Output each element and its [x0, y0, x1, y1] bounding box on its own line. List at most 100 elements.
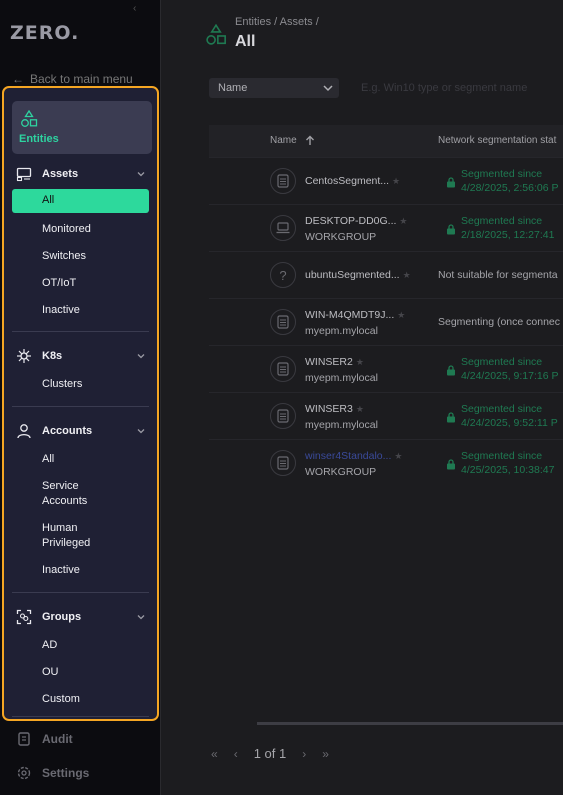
asset-domain: myepm.mylocal: [305, 419, 378, 431]
asset-domain: WORKGROUP: [305, 231, 377, 243]
filter-field-select[interactable]: Name: [209, 78, 339, 98]
segmentation-status: Segmented since 2/18/2025, 12:27:41: [461, 214, 554, 242]
divider: [12, 406, 149, 407]
back-to-main-menu-link[interactable]: ← Back to main menu: [12, 72, 133, 86]
chevron-down-icon: [137, 615, 145, 620]
last-page-icon[interactable]: »: [322, 747, 329, 761]
server-icon: [270, 309, 296, 335]
segmentation-status-label: Segmented since: [461, 356, 543, 368]
server-icon: [270, 403, 296, 429]
breadcrumb[interactable]: Entities / Assets /: [235, 16, 319, 28]
assets-item-switches[interactable]: Switches: [42, 249, 86, 264]
section-accounts-header[interactable]: Accounts: [16, 421, 146, 441]
assets-item-monitored[interactable]: Monitored: [42, 222, 91, 237]
accounts-item-all[interactable]: All: [42, 452, 54, 467]
segmentation-status: Not suitable for segmenta: [438, 269, 558, 281]
lock-icon: [447, 177, 455, 188]
asset-name[interactable]: ubuntuSegmented... ★: [305, 269, 411, 281]
star-icon[interactable]: ★: [392, 176, 400, 186]
segmentation-status-label: Segmented since: [461, 450, 543, 462]
asset-domain: myepm.mylocal: [305, 372, 378, 384]
asset-name[interactable]: WINSER3 ★: [305, 403, 364, 415]
server-icon: [270, 356, 296, 382]
star-icon[interactable]: ★: [394, 451, 402, 461]
gear-icon: [17, 766, 31, 780]
previous-page-icon[interactable]: ‹: [234, 747, 238, 761]
groups-item-ou[interactable]: OU: [42, 665, 59, 680]
accounts-item-human-privileged[interactable]: Human Privileged: [42, 521, 112, 551]
divider: [12, 716, 149, 717]
app-logo: ZERO.: [10, 22, 80, 44]
column-name-header[interactable]: Name: [270, 135, 315, 146]
entities-nav-card[interactable]: Entities: [12, 101, 152, 154]
star-icon[interactable]: ★: [397, 310, 405, 320]
page-title: All: [235, 33, 256, 50]
segmentation-status-date: 2/18/2025, 12:27:41: [461, 229, 555, 241]
asset-name-text: WINSER3: [305, 403, 353, 415]
column-segmentation-header[interactable]: Network segmentation stat: [438, 135, 556, 146]
asset-name[interactable]: CentosSegment... ★: [305, 175, 400, 187]
segmentation-status: Segmented since 4/25/2025, 10:38:47: [461, 449, 554, 477]
sort-arrow-up-icon: [305, 135, 314, 145]
segmentation-status-date: 4/24/2025, 9:52:11 P: [461, 417, 558, 429]
shapes-icon: [206, 24, 226, 45]
star-icon[interactable]: ★: [356, 404, 364, 414]
segmentation-status-label: Segmented since: [461, 403, 543, 415]
assets-icon: [16, 167, 32, 182]
nav-settings[interactable]: Settings: [16, 765, 89, 781]
table-row[interactable]: DESKTOP-DD0G... ★ WORKGROUP Segmented since…: [209, 204, 563, 251]
table-row[interactable]: winser4Standalo... ★ WORKGROUP Segmented si…: [209, 439, 563, 486]
page-indicator: 1 of 1: [253, 746, 287, 761]
audit-icon: [18, 732, 30, 746]
horizontal-scrollbar[interactable]: [257, 722, 563, 725]
asset-name[interactable]: WIN-M4QMDT9J... ★: [305, 309, 405, 321]
star-icon[interactable]: ★: [403, 270, 411, 280]
groups-item-ad[interactable]: AD: [42, 638, 57, 653]
table-row[interactable]: WIN-M4QMDT9J... ★ myepm.mylocal Segmenting …: [209, 298, 563, 345]
asset-name[interactable]: WINSER2 ★: [305, 356, 364, 368]
table-row[interactable]: ? ubuntuSegmented... ★ Not suitable for seg…: [209, 251, 563, 298]
groups-item-custom[interactable]: Custom: [42, 692, 80, 707]
asset-name[interactable]: winser4Standalo... ★: [305, 450, 402, 462]
accounts-item-service-accounts[interactable]: Service Accounts: [42, 479, 112, 509]
entities-label: Entities: [19, 133, 59, 145]
collapse-nav-icon[interactable]: ‹: [133, 3, 136, 14]
table-body: CentosSegment... ★ Segmented since 4/28/202…: [209, 157, 563, 486]
asset-name[interactable]: DESKTOP-DD0G... ★: [305, 215, 408, 227]
chevron-down-icon: [137, 172, 145, 177]
chevron-down-icon: [323, 85, 333, 92]
segmentation-status: Segmented since 4/28/2025, 2:56:06 P: [461, 167, 559, 195]
column-name-label: Name: [270, 135, 297, 146]
back-link-label: Back to main menu: [30, 72, 133, 86]
star-icon[interactable]: ★: [356, 357, 364, 367]
segmentation-status-date: 4/25/2025, 10:38:47: [461, 464, 555, 476]
table-row[interactable]: WINSER2 ★ myepm.mylocal Segmented since 4/24…: [209, 345, 563, 392]
section-accounts-title: Accounts: [42, 425, 93, 437]
entities-sidebar-panel: Entities Assets All Monitored Switches O…: [2, 86, 159, 721]
star-icon[interactable]: ★: [399, 216, 407, 226]
assets-item-inactive[interactable]: Inactive: [42, 303, 80, 318]
section-groups-header[interactable]: Groups: [16, 607, 146, 627]
assets-item-all[interactable]: All: [12, 189, 149, 213]
first-page-icon[interactable]: «: [211, 747, 218, 761]
k8s-item-clusters[interactable]: Clusters: [42, 377, 82, 392]
section-assets-header[interactable]: Assets: [16, 164, 146, 184]
assets-item-ot-iot[interactable]: OT/IoT: [42, 276, 76, 291]
asset-domain: WORKGROUP: [305, 466, 377, 478]
groups-icon: [16, 609, 32, 625]
asset-name-text: WIN-M4QMDT9J...: [305, 309, 395, 321]
assets-item-all-label: All: [42, 194, 55, 206]
chevron-down-icon: [137, 429, 145, 434]
nav-audit[interactable]: Audit: [16, 731, 73, 747]
segmentation-status: Segmenting (once connec: [438, 316, 560, 328]
table-row[interactable]: WINSER3 ★ myepm.mylocal Segmented since 4/24…: [209, 392, 563, 439]
nav-settings-label: Settings: [42, 766, 90, 780]
asset-name-text: WINSER2: [305, 356, 353, 368]
next-page-icon[interactable]: ›: [302, 747, 306, 761]
nav-audit-label: Audit: [42, 732, 73, 746]
table-row[interactable]: CentosSegment... ★ Segmented since 4/28/202…: [209, 157, 563, 204]
search-input[interactable]: E.g. Win10 type or segment name: [361, 82, 527, 94]
accounts-item-inactive[interactable]: Inactive: [42, 563, 80, 578]
lock-icon: [447, 459, 455, 470]
section-k8s-header[interactable]: K8s: [16, 346, 146, 366]
